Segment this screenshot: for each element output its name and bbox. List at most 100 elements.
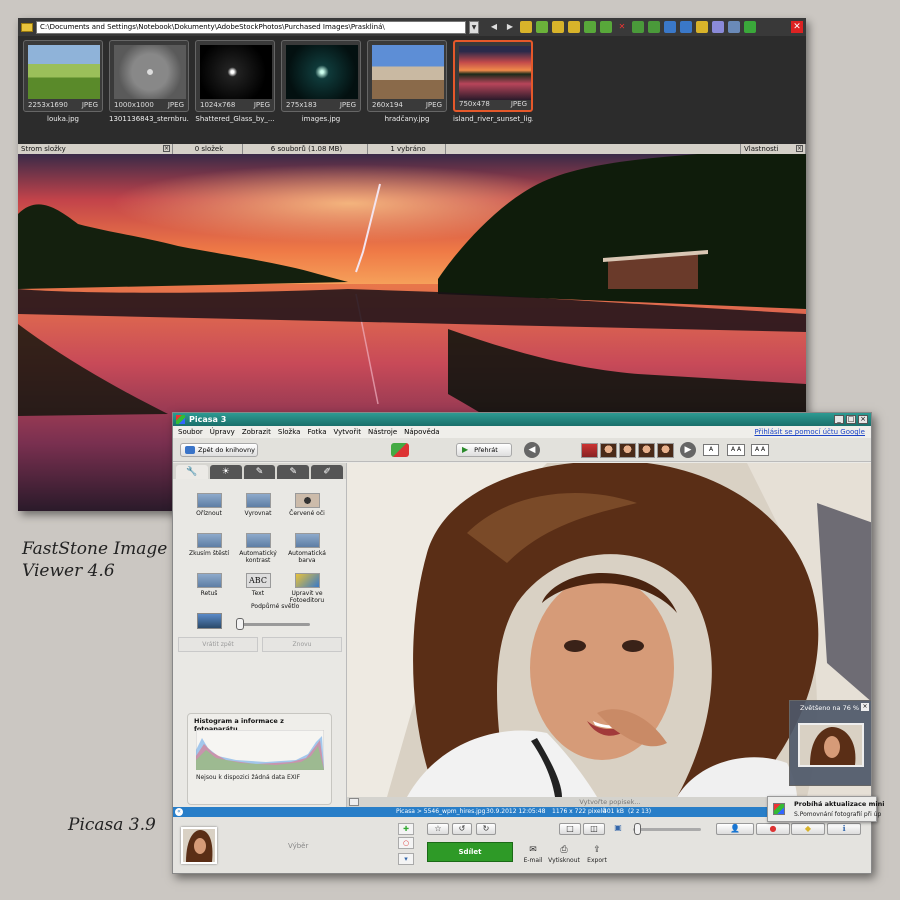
photo-editor-tool[interactable]: Upravit ve Fotoeditoru [283,573,331,604]
filmstrip-thumb[interactable] [581,443,598,458]
maximize-icon[interactable]: □ [846,415,856,424]
menu-help[interactable]: Nápověda [404,428,439,436]
play-button[interactable]: ▶ Přehrát [456,443,512,457]
favorites-icon[interactable] [568,21,580,33]
face-thumb[interactable] [619,443,636,458]
print-icon[interactable] [712,21,724,33]
settings-icon[interactable] [728,21,740,33]
compare-icon[interactable] [664,21,676,33]
previous-photo-icon[interactable]: ◀ [524,442,540,458]
view-compare-icon[interactable]: ◫ [583,823,605,835]
exit-icon[interactable] [744,21,756,33]
tab-effects[interactable]: ✎ [243,465,276,479]
caption-placeholder[interactable]: Vytvořte popisek... [579,798,640,806]
zoom-slider-handle[interactable] [634,823,641,835]
copy-icon[interactable] [584,21,596,33]
thumbnail-item[interactable]: 1000x1000 JPEG 1301136843_sternbru... [109,40,189,142]
new-folder-icon[interactable] [552,21,564,33]
export-button[interactable]: ⇪ Export [577,845,617,864]
rotate-left-icon[interactable] [632,21,644,33]
email-icon[interactable] [696,21,708,33]
slideshow-icon[interactable] [680,21,692,33]
thumbnail-image [200,45,272,99]
refresh-icon[interactable] [536,21,548,33]
tab-more-effects-2[interactable]: ✐ [311,465,343,479]
view-single-icon[interactable]: □ [559,823,581,835]
move-icon[interactable] [600,21,612,33]
auto-color-tool[interactable]: Automatická barva [283,533,331,564]
tab-tuning[interactable]: ☀ [209,465,242,479]
collapse-icon[interactable]: « [175,808,183,816]
caption-toggle-icon[interactable] [349,798,359,806]
forward-arrow-icon[interactable]: ▶ [504,21,516,33]
auto-contrast-tool[interactable]: Automatický kontrast [234,533,282,564]
menu-view[interactable]: Zobrazit [242,428,271,436]
camera-icon[interactable]: ▣ [609,823,627,835]
text-tool[interactable]: ABC Text [234,573,282,597]
tab-more-effects[interactable]: ✎ [277,465,310,479]
menu-edit[interactable]: Úpravy [210,428,235,436]
face-thumb[interactable] [657,443,674,458]
star-icon[interactable]: ☆ [427,823,449,835]
zoom-preview[interactable] [798,723,864,767]
close-icon[interactable]: ✕ [791,21,803,33]
next-photo-icon[interactable]: ▶ [680,442,696,458]
face-thumb[interactable] [638,443,655,458]
crop-tool[interactable]: Oříznout [185,493,233,517]
thumbnail-item[interactable]: 2253x1690 JPEG louka.jpg [23,40,103,142]
location-icon[interactable]: ● [756,823,790,835]
zoom-slider[interactable] [633,828,701,831]
color-effects-icon[interactable] [391,443,409,457]
view-size-medium-button[interactable]: A A [727,444,745,456]
export-icon: ⇪ [593,845,601,855]
thumbnail-item[interactable]: 260x194 JPEG hradčany.jpg [367,40,447,142]
pin-icon[interactable]: ✚ [398,823,414,835]
rotate-left-icon[interactable]: ↺ [452,823,472,835]
thumbnail-item[interactable]: 275x183 JPEG images.jpg [281,40,361,142]
brush-icon: ✎ [289,467,298,477]
close-icon[interactable]: × [858,415,868,424]
feeling-lucky-tool[interactable]: Zkusím štěstí [185,533,233,557]
menu-photo[interactable]: Fotka [307,428,326,436]
folder-menu-icon[interactable]: ▾ [398,853,414,865]
tab-basic-fixes[interactable]: 🔧 [176,465,208,479]
info-icon[interactable]: ℹ [827,823,861,835]
path-dropdown-button[interactable]: ▼ [469,20,479,34]
path-field[interactable]: C:\Documents and Settings\Notebook\Dokum… [36,20,466,34]
redo-button[interactable]: Znovu [262,637,342,652]
straighten-tool[interactable]: Vyrovnat [234,493,282,517]
retouch-tool[interactable]: Retuš [185,573,233,597]
folder-up-icon[interactable] [520,21,532,33]
delete-icon[interactable]: ✕ [616,21,628,33]
face-thumb[interactable] [600,443,617,458]
rotate-right-icon[interactable] [648,21,660,33]
menu-folder[interactable]: Složka [278,428,301,436]
rotate-right-icon[interactable]: ↻ [476,823,496,835]
fill-light-slider[interactable] [238,623,310,626]
image-properties-toggle[interactable]: Vlastnosti obrázku × [741,144,806,163]
menu-file[interactable]: Soubor [178,428,203,436]
tag-icon[interactable]: ◆ [791,823,825,835]
back-to-library-button[interactable]: Zpět do knihovny [180,443,258,457]
minimize-icon[interactable]: _ [834,415,844,424]
menu-tools[interactable]: Nástroje [368,428,397,436]
thumbnail-item[interactable]: 1024x768 JPEG Shattered_Glass_by_... [195,40,275,142]
google-signin-link[interactable]: Přihlásit se pomocí účtu Google [754,428,865,436]
view-size-large-button[interactable]: A A [751,444,769,456]
undo-button[interactable]: Vrátit zpět [178,637,258,652]
menu-create[interactable]: Vytvořit [333,428,360,436]
tray-thumbnail[interactable] [181,827,217,864]
people-icon[interactable]: 👤 [716,823,754,835]
view-size-small-button[interactable]: A [703,444,719,456]
share-button[interactable]: Sdílet [427,842,513,862]
close-icon[interactable]: × [861,703,869,711]
photo-tray: Výběr ✚ ○ ▾ ☆ ↺ ↻ Sdílet ✉ E-mail ⎙ Vytisk… [173,817,871,873]
clear-icon[interactable]: ○ [398,837,414,849]
fill-light-slider-handle[interactable] [236,618,244,630]
thumbnail-item-selected[interactable]: 750x478 JPEG island_river_sunset_lig... [453,40,533,142]
red-eye-tool[interactable]: Červené oči [283,493,331,517]
folder-tree-toggle[interactable]: Strom složky × [18,144,173,154]
update-notification[interactable]: Probíhá aktualizace mini S.Pomovnání fot… [767,796,884,822]
photo-index: (2 z 13) [628,808,652,815]
back-arrow-icon[interactable]: ◀ [488,21,500,33]
